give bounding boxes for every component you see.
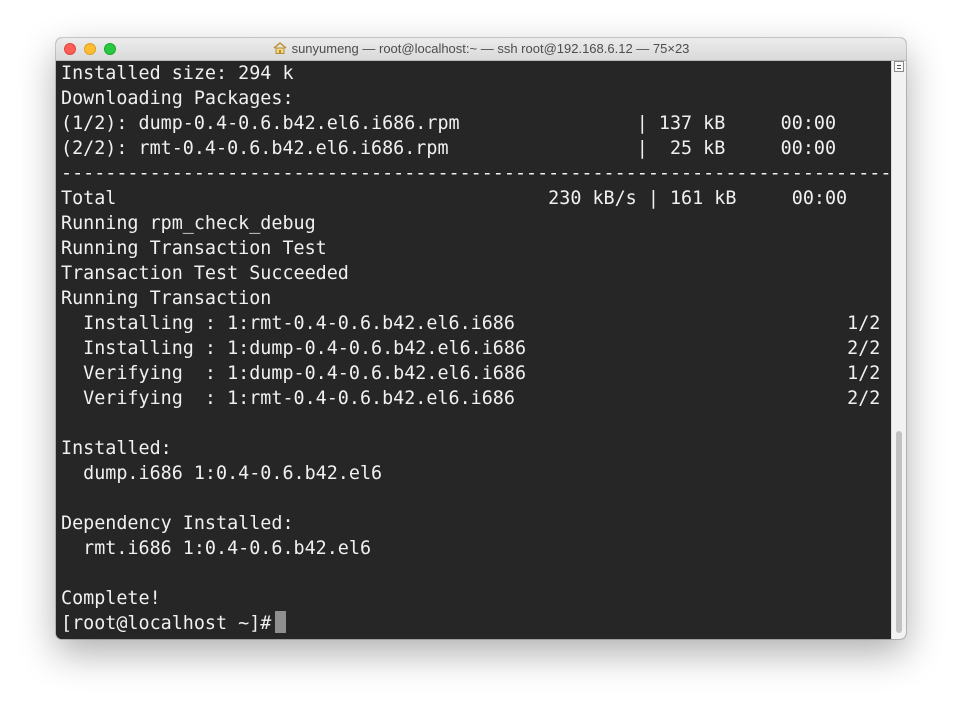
terminal-line: rmt.i686 1:0.4-0.6.b42.el6 (61, 538, 372, 559)
terminal-line: Dependency Installed: (61, 513, 294, 534)
title-bar[interactable]: sunyumeng — root@localhost:~ — ssh root@… (56, 38, 906, 61)
terminal-line: Installed size: 294 k (61, 63, 294, 84)
terminal-line: (2/2): rmt-0.4-0.6.b42.el6.i686.rpm | 25… (61, 138, 837, 159)
terminal-line: ----------------------------------------… (61, 163, 892, 184)
terminal-line: Downloading Packages: (61, 88, 294, 109)
terminal-line: Installing : 1:dump-0.4-0.6.b42.el6.i686… (61, 338, 881, 359)
text-cursor (275, 611, 287, 633)
terminal-line: Complete! (61, 588, 161, 609)
shell-prompt: [root@localhost ~]# (61, 613, 272, 634)
vertical-scrollbar[interactable] (891, 61, 906, 639)
terminal-window: sunyumeng — root@localhost:~ — ssh root@… (56, 38, 906, 639)
terminal-line: Running Transaction (61, 288, 272, 309)
terminal-line: Running Transaction Test (61, 238, 327, 259)
terminal-line: Installed: (61, 438, 172, 459)
scrollbar-menu-icon[interactable] (894, 61, 904, 72)
terminal-line: dump.i686 1:0.4-0.6.b42.el6 (61, 463, 383, 484)
terminal-line: Verifying : 1:rmt-0.4-0.6.b42.el6.i686 2… (61, 388, 881, 409)
window-title: sunyumeng — root@localhost:~ — ssh root@… (291, 41, 690, 56)
scroll-thumb[interactable] (896, 431, 902, 633)
terminal-line: Verifying : 1:dump-0.4-0.6.b42.el6.i686 … (61, 363, 881, 384)
prompt-line[interactable]: [root@localhost ~]# (61, 611, 891, 636)
terminal-line: (1/2): dump-0.4-0.6.b42.el6.i686.rpm | 1… (61, 113, 837, 134)
window-title-container: sunyumeng — root@localhost:~ — ssh root@… (56, 38, 906, 60)
terminal-line: Installing : 1:rmt-0.4-0.6.b42.el6.i686 … (61, 313, 881, 334)
terminal-line: Transaction Test Succeeded (61, 263, 349, 284)
home-icon (273, 42, 287, 54)
terminal-output[interactable]: Installed size: 294 k Downloading Packag… (56, 61, 891, 639)
terminal-line: Total 230 kB/s | 161 kB 00:00 (61, 188, 848, 209)
terminal-line: Running rpm_check_debug (61, 213, 316, 234)
